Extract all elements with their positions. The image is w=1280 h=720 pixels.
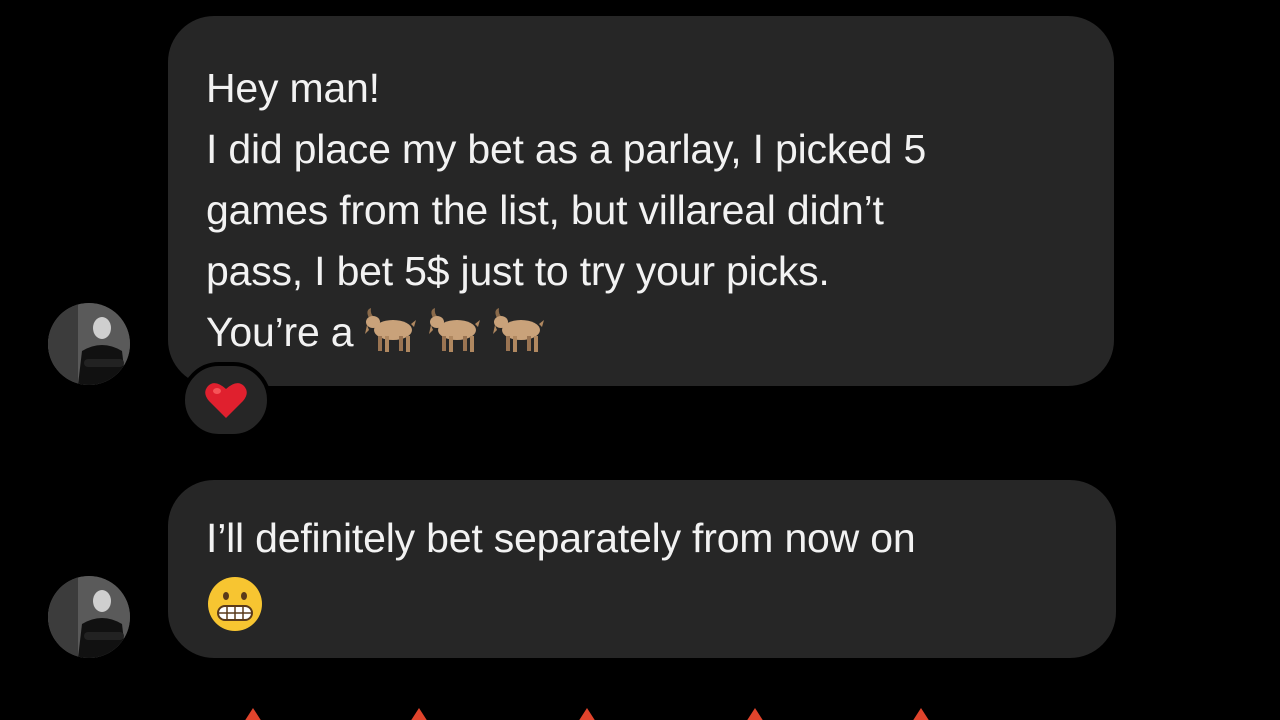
message-bubble[interactable]: I’ll definitely bet separately from now … — [168, 480, 1116, 658]
red-heart-emoji — [205, 383, 247, 418]
message-bubble[interactable]: Hey man! I did place my bet as a parlay,… — [168, 16, 1114, 386]
message-text: pass, I bet 5$ just to try your picks. — [206, 248, 830, 294]
arrow-icon — [912, 708, 930, 720]
message-last-line: You’re a — [206, 302, 1114, 363]
message-text: I’ll definitely bet separately from now … — [206, 515, 916, 561]
sender-avatar[interactable] — [48, 576, 130, 658]
arrow-icon — [244, 708, 262, 720]
goat-emoji — [489, 308, 545, 354]
heart-reaction[interactable] — [181, 362, 271, 438]
arrow-icon — [746, 708, 764, 720]
message-text: Hey man! — [206, 65, 380, 111]
message-text: You’re a — [206, 309, 354, 355]
goat-emoji — [425, 308, 481, 354]
message-text: games from the list, but villareal didn’… — [206, 187, 884, 233]
goat-emoji — [361, 308, 417, 354]
message-text: I did place my bet as a parlay, I picked… — [206, 126, 927, 172]
arrow-icon — [578, 708, 596, 720]
chat-screen: Hey man! I did place my bet as a parlay,… — [0, 0, 1280, 720]
grimacing-face-emoji — [206, 575, 264, 633]
arrow-icon — [410, 708, 428, 720]
sender-avatar[interactable] — [48, 303, 130, 385]
